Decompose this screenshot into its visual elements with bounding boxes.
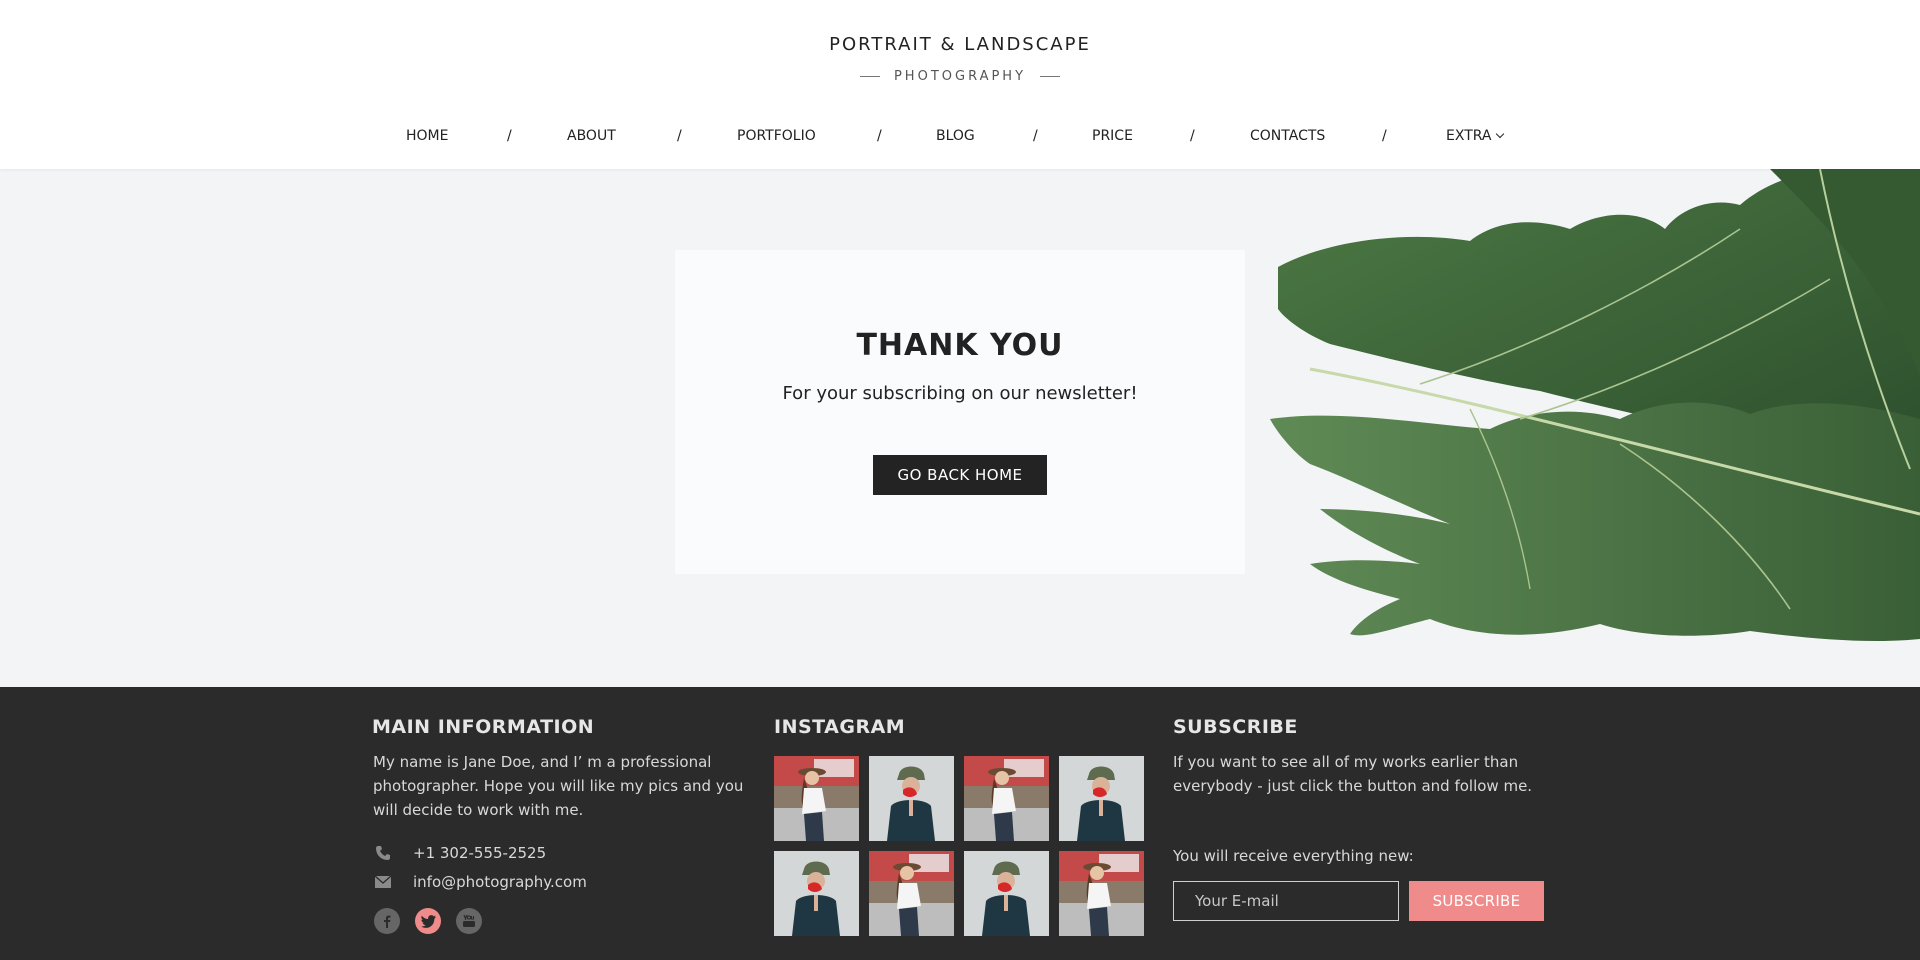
instagram-photo[interactable]	[964, 756, 1049, 841]
instagram-photo[interactable]	[774, 756, 859, 841]
subscribe-text: If you want to see all of my works earli…	[1173, 753, 1533, 795]
instagram-grid	[774, 756, 1145, 936]
nav-item-portfolio[interactable]: PORTFOLIO	[737, 128, 816, 144]
brand-subtitle-row: PHOTOGRAPHY	[0, 69, 1920, 84]
divider	[1040, 76, 1061, 77]
nav-separator: /	[677, 128, 682, 144]
nav-item-about[interactable]: ABOUT	[567, 128, 616, 144]
instagram-photo[interactable]	[869, 756, 954, 841]
brand-subtitle: PHOTOGRAPHY	[893, 69, 1027, 84]
phone-icon	[373, 844, 393, 862]
nav-item-extra[interactable]: EXTRA	[1446, 128, 1505, 144]
main-nav: HOME / ABOUT / PORTFOLIO / BLOG / PRICE …	[0, 128, 1920, 156]
nav-item-blog[interactable]: BLOG	[936, 128, 975, 144]
subscribe-note: You will receive everything new:	[1173, 847, 1414, 865]
twitter-icon[interactable]	[415, 908, 441, 934]
nav-item-home[interactable]: HOME	[406, 128, 448, 144]
thank-you-title: THANK YOU	[856, 328, 1064, 363]
email-address[interactable]: info@photography.com	[413, 873, 587, 891]
thank-you-card: THANK YOU For your subscribing on our ne…	[675, 250, 1245, 574]
email-row: info@photography.com	[373, 873, 587, 891]
chevron-down-icon	[1496, 129, 1505, 139]
nav-separator: /	[877, 128, 882, 144]
instagram-photo[interactable]	[774, 851, 859, 936]
instagram-photo[interactable]	[964, 851, 1049, 936]
brand-title[interactable]: PORTRAIT & LANDSCAPE	[0, 34, 1920, 55]
divider	[859, 76, 880, 77]
nav-item-extra-label: EXTRA	[1446, 128, 1492, 144]
nav-separator: /	[507, 128, 512, 144]
instagram-heading: INSTAGRAM	[774, 716, 906, 738]
site-header: PORTRAIT & LANDSCAPE PHOTOGRAPHY HOME / …	[0, 0, 1920, 169]
nav-separator: /	[1033, 128, 1038, 144]
hero-section: THANK YOU For your subscribing on our ne…	[0, 169, 1920, 687]
social-links	[374, 908, 482, 934]
nav-item-price[interactable]: PRICE	[1092, 128, 1133, 144]
instagram-photo[interactable]	[1059, 851, 1144, 936]
subscribe-heading: SUBSCRIBE	[1173, 716, 1298, 738]
main-information-heading: MAIN INFORMATION	[372, 716, 595, 738]
subscribe-button[interactable]: SUBSCRIBE	[1409, 881, 1544, 921]
phone-row: +1 302-555-2525	[373, 844, 546, 862]
youtube-icon[interactable]	[456, 908, 482, 934]
instagram-photo[interactable]	[1059, 756, 1144, 841]
thank-you-message: For your subscribing on our newsletter!	[782, 383, 1138, 404]
email-input[interactable]	[1173, 881, 1399, 921]
nav-item-contacts[interactable]: CONTACTS	[1250, 128, 1325, 144]
nav-separator: /	[1190, 128, 1195, 144]
envelope-icon	[373, 873, 393, 891]
instagram-photo[interactable]	[869, 851, 954, 936]
facebook-icon[interactable]	[374, 908, 400, 934]
leaf-image	[1270, 169, 1920, 642]
go-back-home-button[interactable]: GO BACK HOME	[873, 455, 1047, 495]
phone-number[interactable]: +1 302-555-2525	[413, 844, 546, 862]
site-footer: MAIN INFORMATION My name is Jane Doe, an…	[0, 687, 1920, 960]
about-text: My name is Jane Doe, and I’ m a professi…	[373, 753, 744, 819]
nav-separator: /	[1382, 128, 1387, 144]
